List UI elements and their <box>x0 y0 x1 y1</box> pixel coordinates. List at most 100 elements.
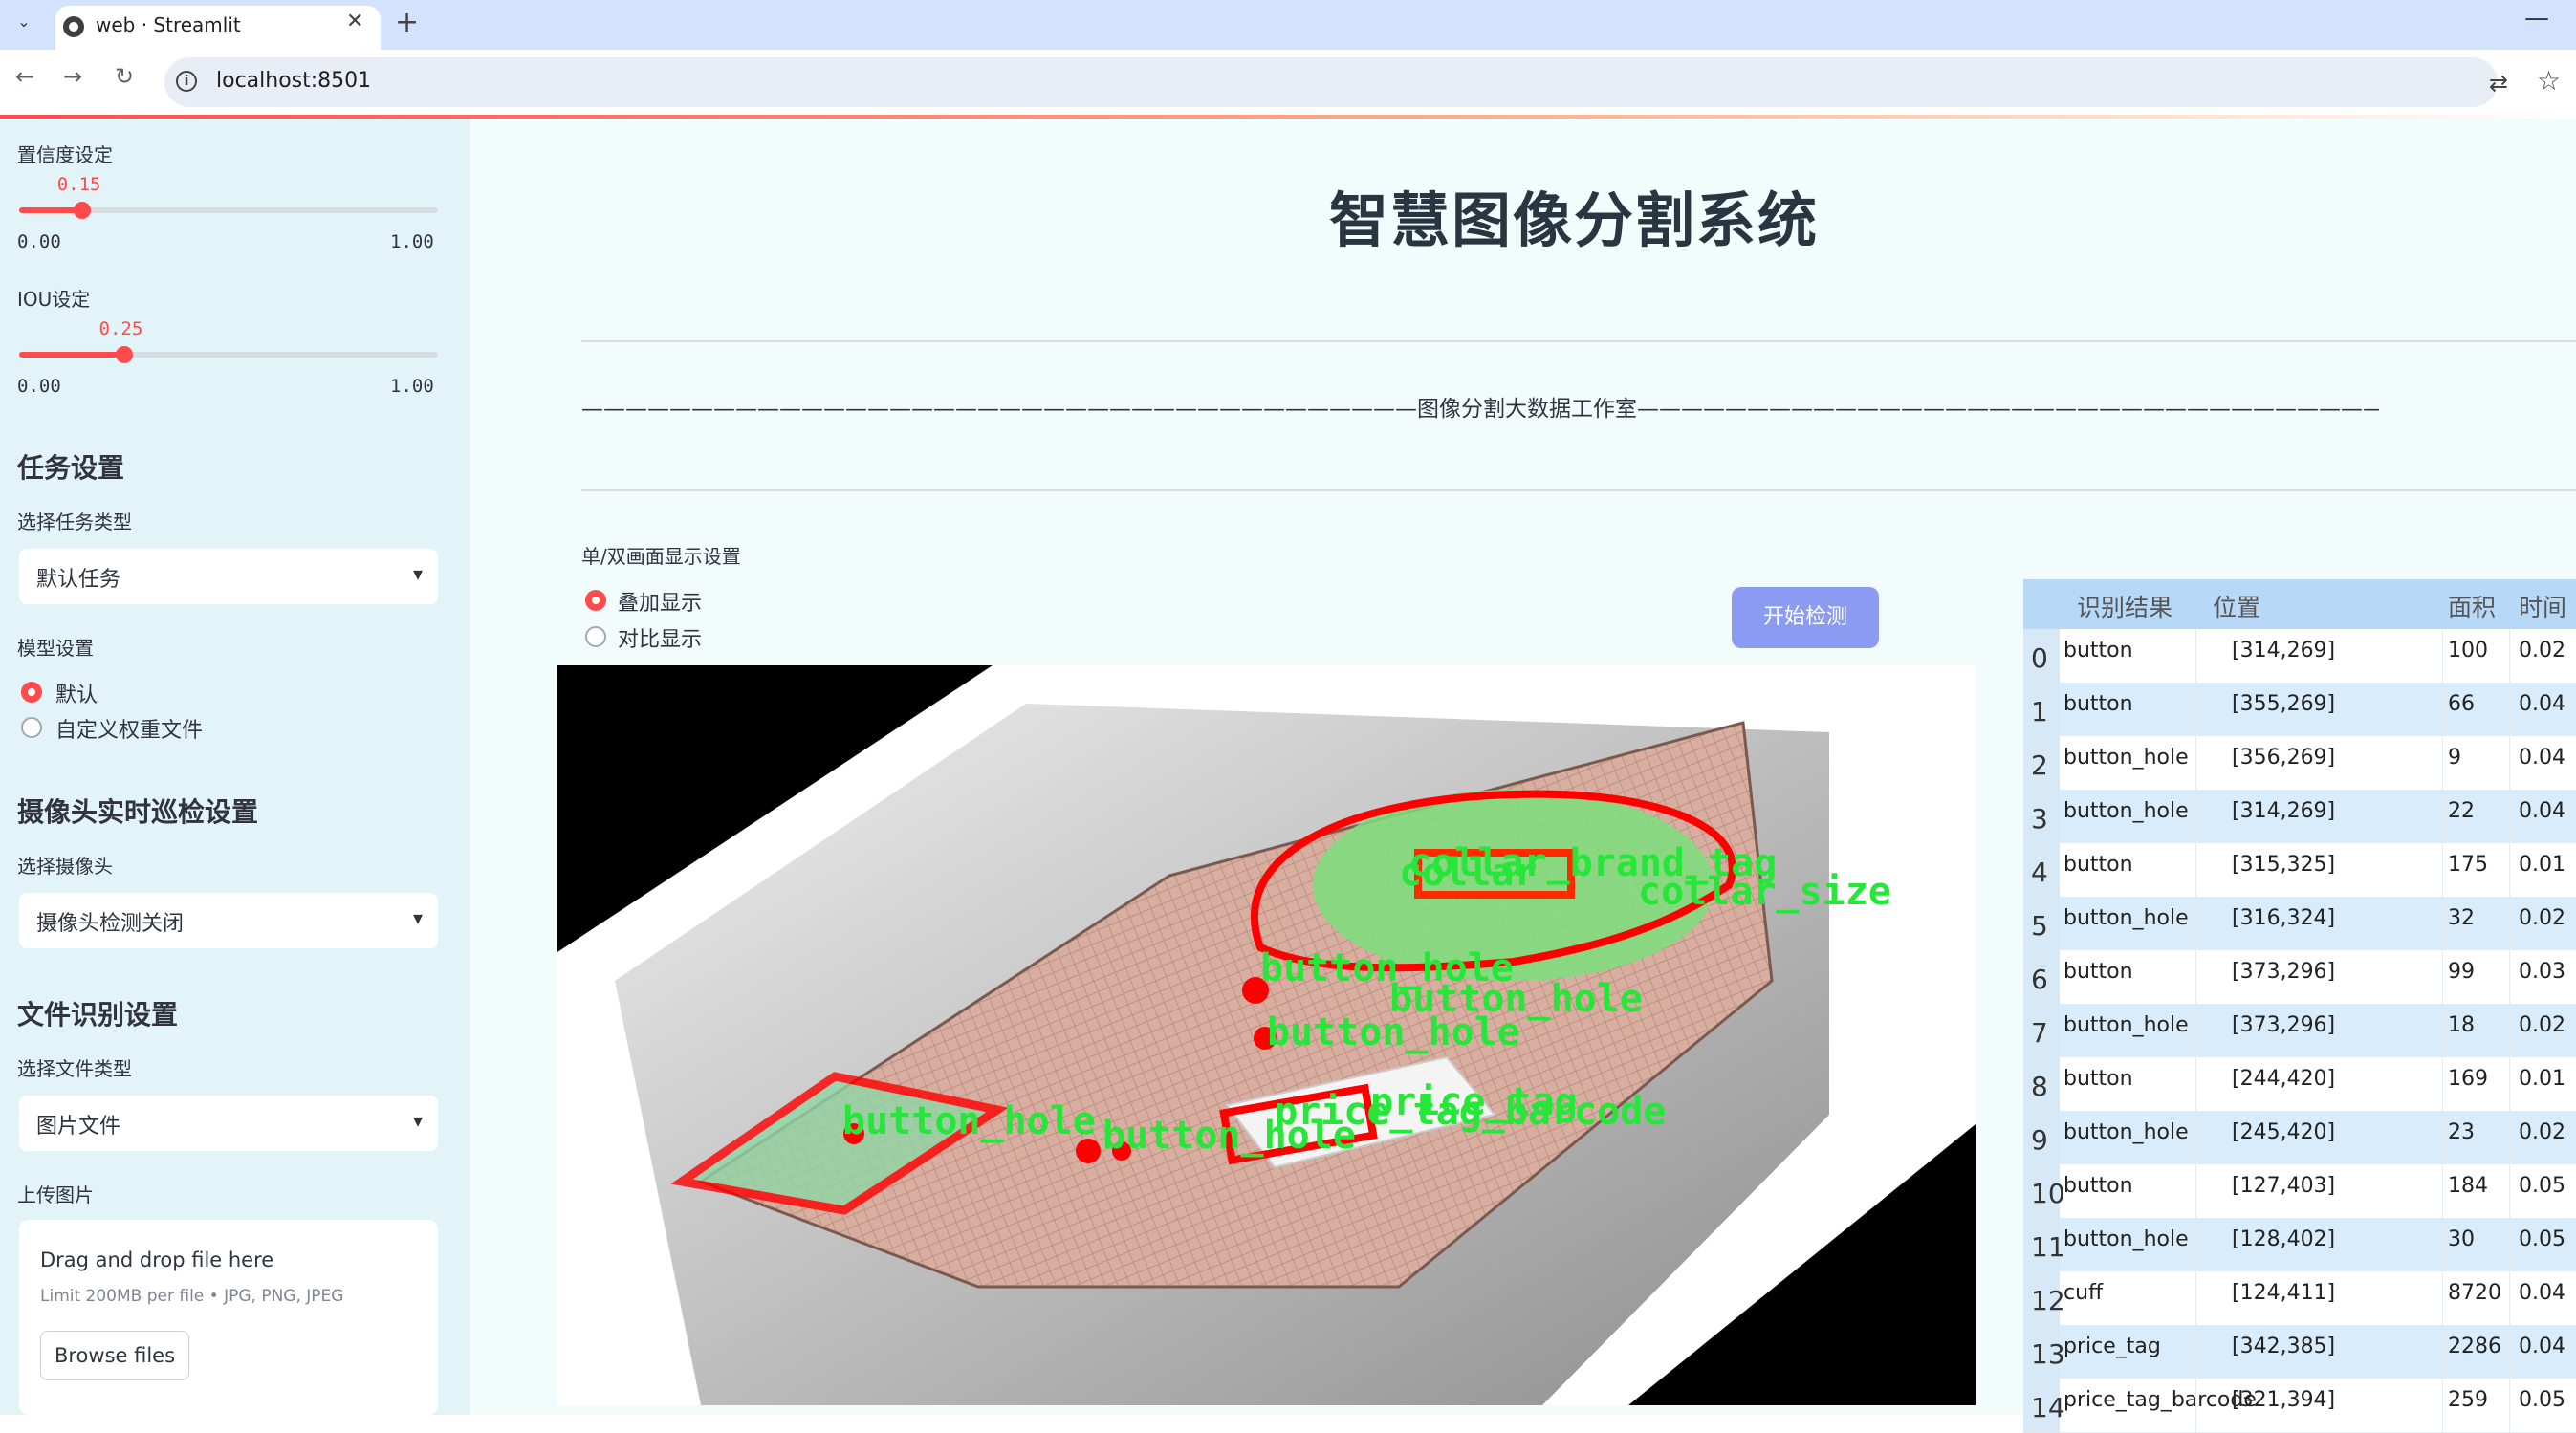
column-separator <box>2442 736 2443 790</box>
divider <box>581 340 2576 342</box>
row-position: [127,403] <box>2232 1174 2336 1198</box>
url-text[interactable]: localhost:8501 <box>216 69 371 93</box>
column-separator <box>2195 1111 2196 1164</box>
row-index: 9 <box>2031 1124 2048 1156</box>
display-radio-overlay[interactable] <box>585 590 606 611</box>
row-time: 0.04 <box>2519 1281 2565 1305</box>
column-separator <box>2442 1004 2443 1057</box>
file-type-select[interactable]: 图片文件 ▾ <box>19 1096 438 1151</box>
start-detection-button[interactable]: 开始检测 <box>1732 587 1879 648</box>
row-time: 0.02 <box>2519 639 2565 662</box>
row-time: 0.05 <box>2519 1388 2565 1412</box>
display-mode-label: 单/双画面显示设置 <box>581 545 741 568</box>
row-index: 0 <box>2031 642 2048 674</box>
divider <box>581 489 2576 491</box>
row-index: 7 <box>2031 1017 2048 1049</box>
row-time: 0.01 <box>2519 853 2565 877</box>
column-separator <box>2509 843 2510 897</box>
forward-arrow-icon[interactable]: → <box>63 63 82 90</box>
row-position: [314,269] <box>2232 639 2336 662</box>
model-radio-default[interactable] <box>21 682 42 703</box>
row-area: 100 <box>2448 639 2488 662</box>
tab-search-chevron-icon[interactable]: ⌄ <box>11 10 36 34</box>
header-area[interactable]: 面积 <box>2448 589 2496 623</box>
column-separator <box>2509 950 2510 1004</box>
confidence-slider-thumb[interactable] <box>73 202 91 219</box>
task-type-value: 默认任务 <box>36 568 121 592</box>
column-separator <box>2195 950 2196 1004</box>
close-tab-icon[interactable]: ✕ <box>346 10 363 33</box>
row-area: 22 <box>2448 799 2475 823</box>
row-area: 32 <box>2448 906 2475 930</box>
model-option-default[interactable]: 默认 <box>55 678 98 708</box>
iou-max: 1.00 <box>390 376 434 397</box>
row-area: 259 <box>2448 1388 2488 1412</box>
confidence-max: 1.00 <box>390 231 434 252</box>
confidence-slider-fill <box>19 207 82 213</box>
column-separator <box>2195 1004 2196 1057</box>
row-area: 2286 <box>2448 1335 2501 1358</box>
column-separator <box>2195 736 2196 790</box>
column-separator <box>2442 1111 2443 1164</box>
iou-slider-thumb[interactable] <box>115 346 133 363</box>
star-icon[interactable]: ☆ <box>2537 65 2561 97</box>
column-separator <box>2442 1164 2443 1218</box>
header-position[interactable]: 位置 <box>2213 589 2260 623</box>
translate-icon[interactable]: ⇄ <box>2489 70 2508 97</box>
row-result: button_hole <box>2063 799 2189 823</box>
row-position: [342,385] <box>2232 1335 2336 1358</box>
camera-select[interactable]: 摄像头检测关闭 ▾ <box>19 893 438 948</box>
camera-value: 摄像头检测关闭 <box>36 912 185 936</box>
header-time[interactable]: 时间 <box>2519 589 2566 623</box>
row-result: button <box>2063 853 2133 877</box>
column-separator <box>2195 683 2196 736</box>
confidence-label: 置信度设定 <box>17 143 113 166</box>
overlay-label-collar-size: collar_size <box>1638 870 1891 914</box>
model-radio-custom[interactable] <box>21 717 42 738</box>
header-result[interactable]: 识别结果 <box>2077 589 2172 623</box>
model-label: 模型设置 <box>17 637 94 660</box>
row-time: 0.04 <box>2519 1335 2565 1358</box>
row-time: 0.03 <box>2519 960 2565 984</box>
row-time: 0.01 <box>2519 1067 2565 1091</box>
task-type-select[interactable]: 默认任务 ▾ <box>19 549 438 604</box>
display-option-compare[interactable]: 对比显示 <box>618 622 702 653</box>
row-position: [316,324] <box>2232 906 2336 930</box>
address-bar[interactable] <box>164 57 2498 107</box>
row-index: 1 <box>2031 696 2048 727</box>
column-separator <box>2442 683 2443 736</box>
row-area: 18 <box>2448 1013 2475 1037</box>
overlay-label-button-hole-4: button_hole <box>842 1099 1096 1143</box>
row-position: [373,296] <box>2232 1013 2336 1037</box>
row-area: 30 <box>2448 1227 2475 1251</box>
row-index: 13 <box>2031 1338 2065 1370</box>
row-position: [124,411] <box>2232 1281 2336 1305</box>
row-result: button <box>2063 692 2133 716</box>
reload-icon[interactable]: ↻ <box>115 63 134 90</box>
back-arrow-icon[interactable]: ← <box>15 63 34 90</box>
row-position: [355,269] <box>2232 692 2336 716</box>
new-tab-icon[interactable]: + <box>395 6 419 39</box>
row-index: 10 <box>2031 1178 2065 1209</box>
browse-files-button[interactable]: Browse files <box>40 1331 189 1380</box>
model-option-custom[interactable]: 自定义权重文件 <box>55 713 203 744</box>
site-info-icon[interactable]: i <box>176 71 197 92</box>
row-position: [314,269] <box>2232 799 2336 823</box>
row-position: [373,296] <box>2232 960 2336 984</box>
row-result: button_hole <box>2063 1227 2189 1251</box>
row-area: 8720 <box>2448 1281 2501 1305</box>
file-type-label: 选择文件类型 <box>17 1057 132 1080</box>
chevron-down-icon: ▾ <box>412 562 423 585</box>
row-result: button_hole <box>2063 1013 2189 1037</box>
display-radio-compare[interactable] <box>585 626 606 647</box>
task-type-label: 选择任务类型 <box>17 510 132 533</box>
column-separator <box>2195 843 2196 897</box>
confidence-min: 0.00 <box>17 231 61 252</box>
column-separator <box>2442 629 2443 683</box>
display-option-overlay[interactable]: 叠加显示 <box>618 586 702 617</box>
minimize-window-icon[interactable]: — <box>2524 4 2549 33</box>
row-time: 0.02 <box>2519 1120 2565 1144</box>
column-separator <box>2442 790 2443 843</box>
row-index: 12 <box>2031 1285 2065 1316</box>
row-time: 0.04 <box>2519 746 2565 770</box>
